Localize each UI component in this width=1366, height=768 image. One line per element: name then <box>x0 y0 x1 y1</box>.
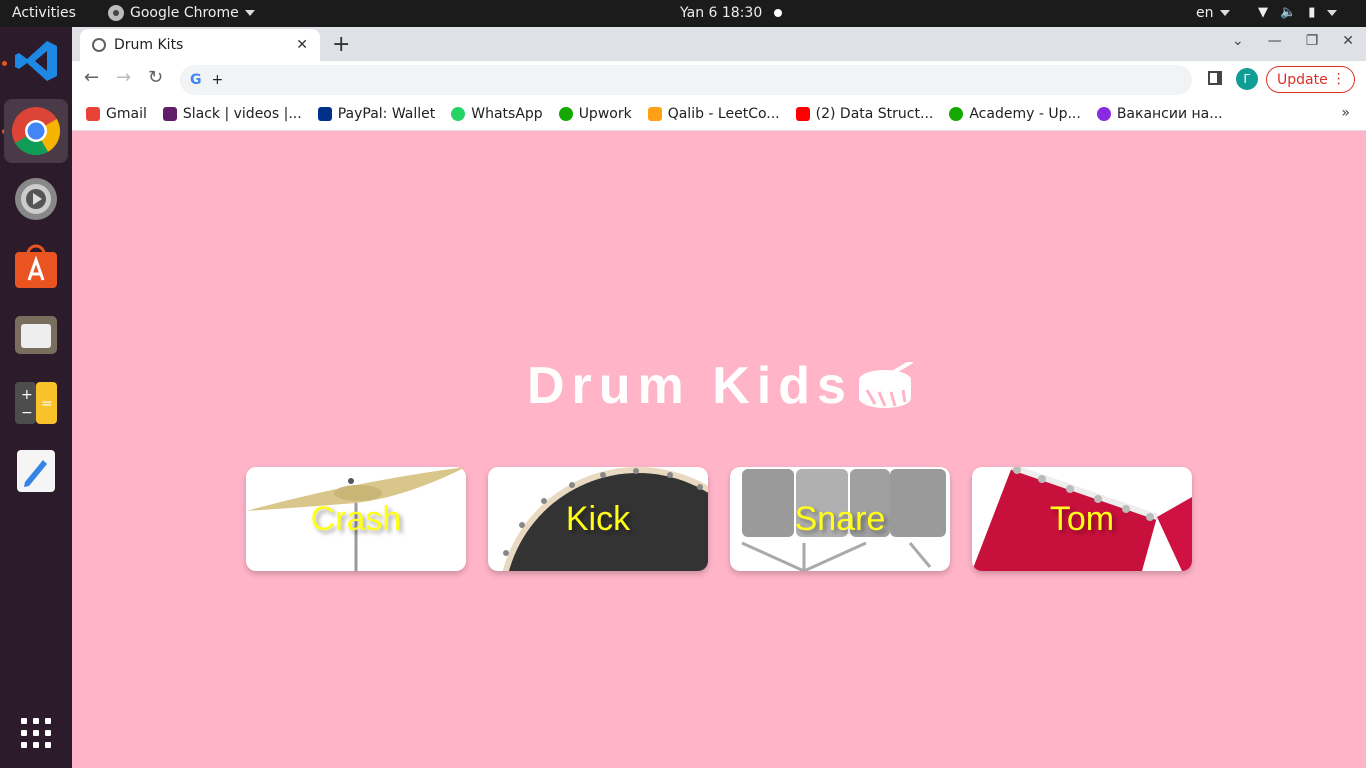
minimize-icon[interactable]: — <box>1268 33 1282 49</box>
close-window-icon[interactable]: ✕ <box>1342 33 1354 49</box>
window-controls: ⌄ — ❐ ✕ <box>1232 33 1354 49</box>
bookmark-label: (2) Data Struct... <box>815 105 934 122</box>
bookmark-paypal[interactable]: PayPal: Wallet <box>317 105 436 122</box>
bookmark-leetcode[interactable]: Qalib - LeetCo... <box>647 105 780 122</box>
pad-label: Crash <box>310 499 402 538</box>
whatsapp-icon <box>451 106 466 121</box>
djinni-icon <box>1096 106 1111 121</box>
new-tab-button[interactable]: + <box>332 32 350 57</box>
drum-pad-snare[interactable]: Snare <box>730 467 950 571</box>
calculator-icon[interactable]: + − = <box>4 371 68 435</box>
drum-pad-tom[interactable]: Tom <box>972 467 1192 571</box>
notification-dot-icon <box>774 9 783 17</box>
bookmark-label: Slack | videos |... <box>182 105 302 122</box>
page-content: Drum Kids Crash Kick Snare Tom <box>72 131 1366 768</box>
bookmark-gmail[interactable]: Gmail <box>86 106 147 122</box>
bookmark-label: Gmail <box>106 105 147 122</box>
bookmark-whatsapp[interactable]: WhatsApp <box>451 105 543 122</box>
dock: + − = <box>0 27 72 768</box>
side-panel-icon[interactable] <box>1208 71 1222 85</box>
clock[interactable]: Yan 6 18:30 <box>680 5 783 21</box>
bookmarks-bar: Gmail Slack | videos |... PayPal: Wallet… <box>72 97 1366 131</box>
profile-avatar[interactable]: Г <box>1236 68 1258 90</box>
pad-label: Tom <box>1049 499 1115 538</box>
language-label: en <box>1196 5 1214 21</box>
maximize-icon[interactable]: ❐ <box>1306 33 1319 49</box>
upwork-icon <box>558 106 573 121</box>
bookmark-label: Academy - Up... <box>969 105 1081 122</box>
update-label: Update <box>1277 71 1328 88</box>
browser-toolbar: ← → ↻ G + Г Update ⋮ <box>72 61 1366 97</box>
app-menu-label: Google Chrome <box>130 5 239 21</box>
google-icon: G <box>190 72 202 88</box>
volume-icon: 🔈 <box>1280 5 1297 20</box>
gmail-icon <box>86 106 100 121</box>
reload-icon[interactable]: ↻ <box>148 67 163 88</box>
pad-label: Snare <box>794 499 886 538</box>
system-top-bar: Activities Google Chrome Yan 6 18:30 en … <box>0 0 1366 27</box>
bookmark-label: PayPal: Wallet <box>337 105 436 122</box>
slack-icon <box>162 106 177 121</box>
forward-arrow-icon[interactable]: → <box>116 67 131 88</box>
text-editor-icon[interactable] <box>4 439 68 503</box>
chevron-down-icon <box>1327 9 1338 16</box>
app-grid-icon[interactable] <box>4 701 68 765</box>
vscode-icon[interactable] <box>4 29 68 93</box>
page-title-text: Drum Kids <box>527 357 853 415</box>
svg-text:+: + <box>21 387 33 403</box>
bookmark-slack[interactable]: Slack | videos |... <box>162 105 302 122</box>
datetime-label: Yan 6 18:30 <box>680 5 763 21</box>
wifi-icon: ▼ <box>1258 5 1268 20</box>
youtube-icon <box>795 106 810 121</box>
app-menu[interactable]: Google Chrome <box>108 5 255 21</box>
paypal-icon <box>317 106 332 121</box>
bookmark-label: Вакансии на... <box>1116 105 1223 122</box>
pad-label: Kick <box>565 499 631 538</box>
drum-pads: Crash Kick Snare Tom <box>246 467 1192 571</box>
close-tab-icon[interactable]: ✕ <box>296 37 308 53</box>
page-title: Drum Kids <box>527 356 913 416</box>
globe-icon <box>92 38 106 52</box>
tab-strip: Drum Kits ✕ + ⌄ — ❐ ✕ <box>72 27 1366 61</box>
battery-icon: ▮ <box>1308 5 1316 20</box>
tab-title: Drum Kits <box>114 37 184 53</box>
leetcode-icon <box>647 106 662 121</box>
address-bar-text: + <box>211 72 224 88</box>
address-bar[interactable]: G + <box>180 65 1192 95</box>
drum-pad-kick[interactable]: Kick <box>488 467 708 571</box>
bookmark-vacancies[interactable]: Вакансии на... <box>1096 105 1223 122</box>
system-tray[interactable]: ▼ 🔈 ▮ <box>1258 5 1338 20</box>
language-selector[interactable]: en <box>1196 5 1230 21</box>
chevron-down-icon <box>244 10 255 16</box>
files-icon[interactable] <box>4 303 68 367</box>
drum-pad-crash[interactable]: Crash <box>246 467 466 571</box>
activities-button[interactable]: Activities <box>12 5 76 21</box>
more-bookmarks-icon[interactable]: » <box>1341 105 1350 121</box>
bookmark-academy[interactable]: Academy - Up... <box>949 105 1081 122</box>
bookmark-upwork[interactable]: Upwork <box>558 105 632 122</box>
tab-drum-kits[interactable]: Drum Kits ✕ <box>80 29 320 61</box>
svg-text:−: − <box>21 405 33 421</box>
chrome-small-icon <box>108 5 124 21</box>
bookmark-youtube[interactable]: (2) Data Struct... <box>795 105 934 122</box>
bookmark-label: Qalib - LeetCo... <box>667 105 780 122</box>
more-menu-icon[interactable]: ⋮ <box>1332 71 1346 87</box>
chrome-icon[interactable] <box>4 99 68 163</box>
drum-icon <box>858 362 913 408</box>
bookmark-label: WhatsApp <box>471 105 543 122</box>
tab-search-icon[interactable]: ⌄ <box>1232 33 1244 49</box>
upwork-icon <box>949 106 964 121</box>
svg-text:=: = <box>41 396 53 412</box>
software-center-icon[interactable] <box>4 235 68 299</box>
settings-icon[interactable] <box>4 167 68 231</box>
back-arrow-icon[interactable]: ← <box>84 67 99 88</box>
update-button[interactable]: Update ⋮ <box>1266 66 1355 93</box>
bookmark-label: Upwork <box>578 105 632 122</box>
chevron-down-icon <box>1219 10 1230 16</box>
browser-window: Drum Kits ✕ + ⌄ — ❐ ✕ ← → ↻ G + Г Update… <box>72 27 1366 768</box>
